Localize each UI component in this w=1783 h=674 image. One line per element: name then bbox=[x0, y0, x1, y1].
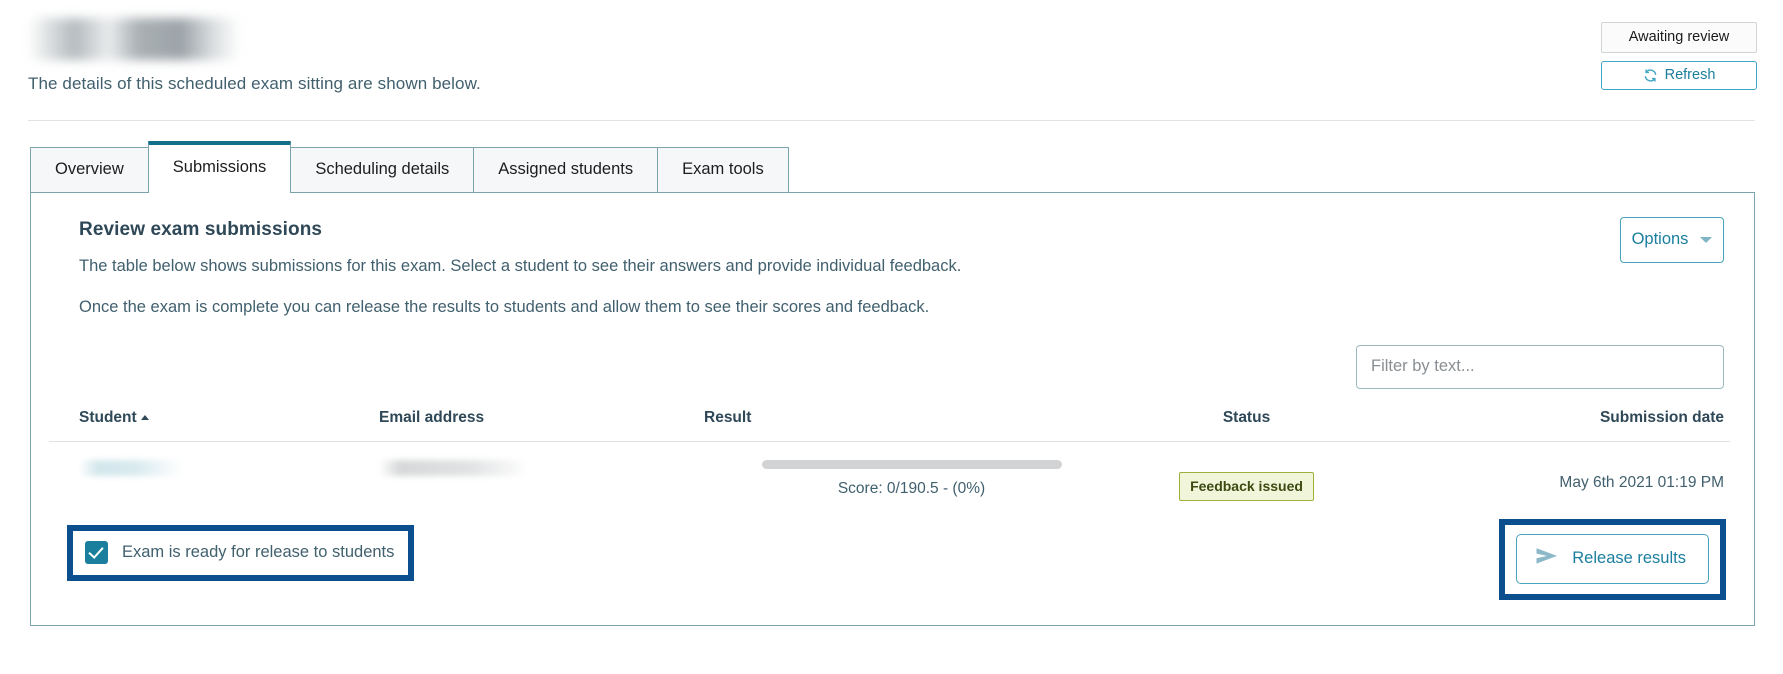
sort-ascending-icon bbox=[140, 415, 149, 420]
table-header-row: Student Email address Result Status Subm… bbox=[49, 409, 1730, 442]
filter-input[interactable] bbox=[1356, 345, 1724, 389]
refresh-icon bbox=[1643, 68, 1658, 83]
table-head: Student Email address Result Status Subm… bbox=[49, 409, 1730, 442]
column-header-student-label: Student bbox=[79, 409, 137, 426]
panel-description-1: The table below shows submissions for th… bbox=[79, 257, 962, 275]
cell-email bbox=[379, 442, 704, 522]
send-icon bbox=[1535, 547, 1559, 570]
score-text: Score: 0/190.5 - (0%) bbox=[837, 480, 986, 497]
submissions-panel: Review exam submissions The table below … bbox=[30, 192, 1755, 626]
tab-overview-label: Overview bbox=[55, 160, 124, 178]
submissions-table: Student Email address Result Status Subm… bbox=[49, 409, 1730, 521]
panel-footer: Exam is ready for release to students Re… bbox=[49, 517, 1730, 603]
tabstrip: Overview Submissions Scheduling details … bbox=[30, 141, 1783, 193]
status-badge-awaiting-review: Awaiting review bbox=[1601, 22, 1757, 53]
header-actions: Awaiting review Refresh bbox=[1601, 22, 1757, 90]
score-progress-bar bbox=[761, 460, 1062, 469]
column-header-submission-date-label: Submission date bbox=[1599, 409, 1724, 426]
panel-description-2: Once the exam is complete you can releas… bbox=[79, 298, 930, 316]
options-button-label: Options bbox=[1631, 230, 1689, 248]
cell-student[interactable] bbox=[49, 442, 379, 522]
ready-for-release-label: Exam is ready for release to students bbox=[122, 543, 395, 561]
column-header-email-label: Email address bbox=[379, 409, 485, 426]
column-header-submission-date[interactable]: Submission date bbox=[1374, 409, 1730, 442]
page-title-redacted bbox=[28, 18, 240, 60]
filter-row bbox=[49, 345, 1730, 389]
release-results-button[interactable]: Release results bbox=[1516, 534, 1709, 584]
submission-date-text: May 6th 2021 01:19 PM bbox=[1559, 474, 1724, 491]
tab-scheduling-details-label: Scheduling details bbox=[315, 160, 450, 178]
panel-title: Review exam submissions bbox=[79, 219, 323, 240]
tab-scheduling-details[interactable]: Scheduling details bbox=[290, 147, 475, 192]
page-header: The details of this scheduled exam sitti… bbox=[0, 0, 1783, 94]
options-button[interactable]: Options bbox=[1620, 217, 1724, 263]
cell-status: Feedback issued bbox=[1119, 442, 1374, 522]
tab-submissions[interactable]: Submissions bbox=[147, 141, 292, 193]
chevron-down-icon bbox=[1700, 236, 1713, 243]
ready-for-release-checkbox[interactable] bbox=[85, 541, 108, 564]
page-subtitle: The details of this scheduled exam sitti… bbox=[28, 74, 481, 93]
cell-result: Score: 0/190.5 - (0%) bbox=[704, 442, 1119, 522]
column-header-status[interactable]: Status bbox=[1119, 409, 1374, 442]
panel-header: Review exam submissions The table below … bbox=[49, 217, 1730, 317]
table-row[interactable]: Score: 0/190.5 - (0%) Feedback issued Ma… bbox=[49, 442, 1730, 522]
column-header-status-label: Status bbox=[1222, 409, 1271, 426]
email-redacted bbox=[379, 460, 529, 476]
header-divider bbox=[28, 120, 1755, 121]
annotation-box-ready-checkbox: Exam is ready for release to students bbox=[67, 525, 415, 581]
release-results-label: Release results bbox=[1572, 549, 1686, 567]
column-header-result[interactable]: Result bbox=[704, 409, 1119, 442]
ready-for-release-checkbox-row[interactable]: Exam is ready for release to students bbox=[85, 541, 394, 564]
annotation-box-release-button: Release results bbox=[1499, 519, 1726, 600]
tab-overview[interactable]: Overview bbox=[30, 147, 149, 192]
tab-exam-tools-label: Exam tools bbox=[682, 160, 764, 178]
tab-exam-tools[interactable]: Exam tools bbox=[657, 147, 789, 192]
column-header-result-label: Result bbox=[704, 409, 752, 426]
refresh-button[interactable]: Refresh bbox=[1601, 61, 1757, 90]
refresh-button-label: Refresh bbox=[1664, 67, 1716, 83]
status-badge: Feedback issued bbox=[1179, 472, 1314, 501]
student-name-redacted bbox=[79, 460, 182, 476]
tab-assigned-students[interactable]: Assigned students bbox=[473, 147, 659, 192]
tab-submissions-label: Submissions bbox=[172, 158, 267, 176]
column-header-student[interactable]: Student bbox=[49, 409, 379, 442]
cell-submission-date: May 6th 2021 01:19 PM bbox=[1374, 442, 1730, 522]
table-body: Score: 0/190.5 - (0%) Feedback issued Ma… bbox=[49, 442, 1730, 522]
tab-assigned-students-label: Assigned students bbox=[498, 160, 634, 178]
column-header-email[interactable]: Email address bbox=[379, 409, 704, 442]
